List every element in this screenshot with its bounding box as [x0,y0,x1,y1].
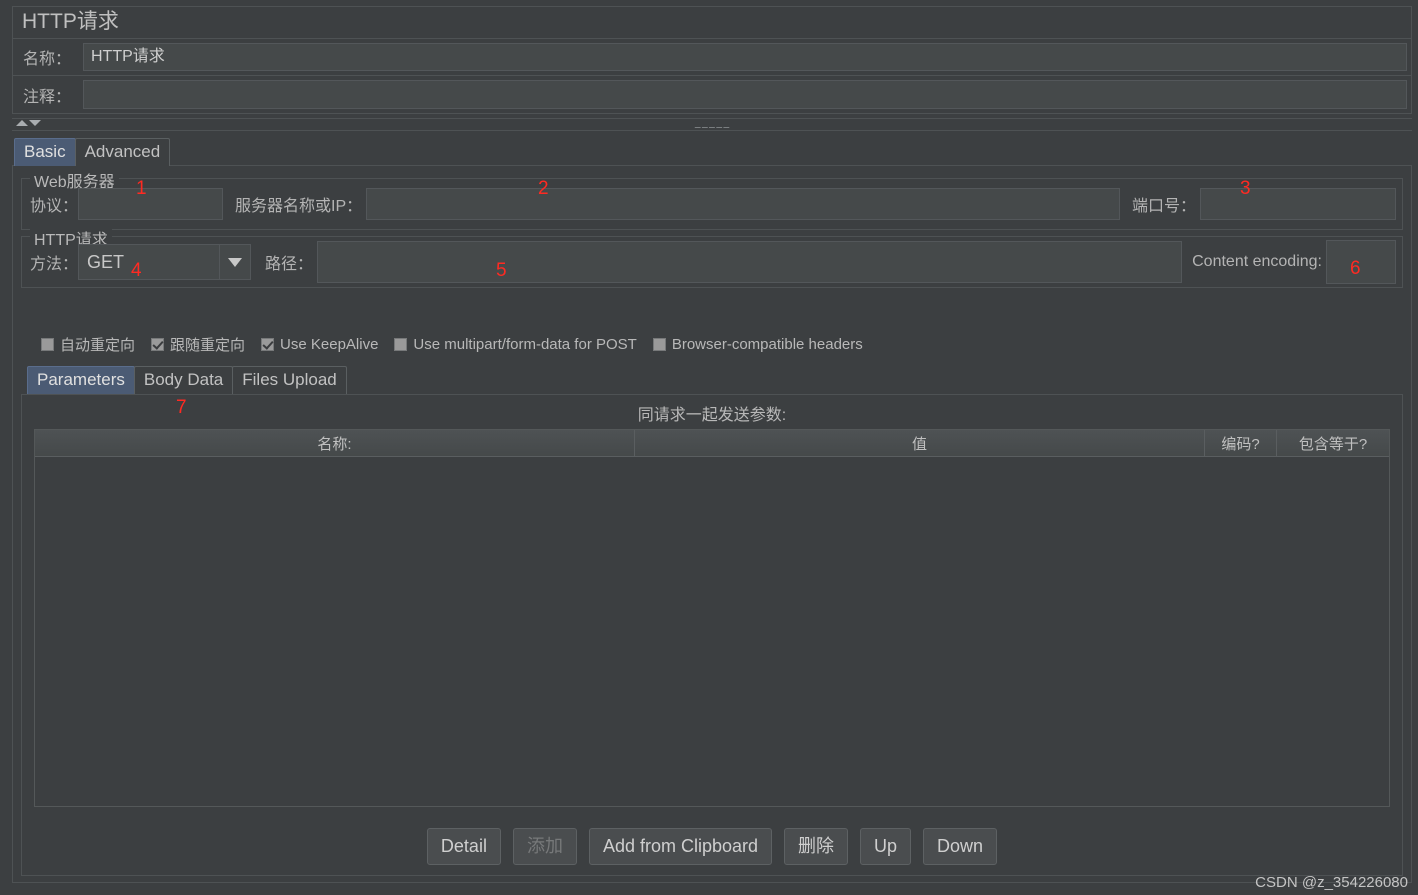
method-label: 方法： [30,256,79,273]
checkbox-icon[interactable] [652,338,666,351]
checkbox-label: 跟随重定向 [170,337,246,354]
http-request-panel: HTTP请求 名称： HTTP请求 注释： ⚊⚊⚊⚊⚊ Basic Advanc… [0,0,1418,895]
add-from-clipboard-button[interactable]: Add from Clipboard [588,828,773,865]
column-header-encode[interactable]: 编码? [1205,430,1277,456]
comment-row: 注释： [12,76,1412,114]
protocol-label: 协议： [30,198,79,215]
checkbox-icon[interactable] [41,338,54,351]
name-label: 名称： [23,51,72,68]
splitter-grip-icon[interactable]: ⚊⚊⚊⚊⚊ [694,122,730,130]
table-header-row: 名称: 值 编码? 包含等于? [35,430,1389,457]
web-server-row: 协议： 服务器名称或IP： 端口号： [30,187,1396,221]
checkbox-use-keepalive[interactable]: Use KeepAlive [261,336,378,353]
parameters-caption: 同请求一起发送参数: [637,407,787,424]
web-server-group: Web服务器 协议： 服务器名称或IP： 端口号： [21,168,1403,230]
name-row: 名称： HTTP请求 [12,38,1412,76]
tab-basic[interactable]: Basic [14,138,76,166]
delete-button[interactable]: 删除 [784,828,849,865]
port-label: 端口号： [1131,198,1196,215]
page-title: HTTP请求 [12,6,1412,38]
method-value: GET [87,252,125,272]
parameters-table: 名称: 值 编码? 包含等于? [34,429,1390,807]
column-header-name[interactable]: 名称: [35,430,635,456]
table-body[interactable] [35,457,1389,806]
name-input[interactable]: HTTP请求 [83,43,1407,71]
request-options-row: 自动重定向 跟随重定向 Use KeepAlive Use multipart/… [41,334,863,355]
checkbox-browser-compatible-headers[interactable]: Browser-compatible headers [652,336,863,353]
checkbox-checked-icon[interactable] [261,338,275,351]
checkbox-label: Use KeepAlive [280,336,379,353]
checkbox-icon[interactable] [394,338,408,351]
content-encoding-label: Content encoding: [1192,253,1322,270]
checkbox-follow-redirect[interactable]: 跟随重定向 [151,334,245,355]
tab-advanced[interactable]: Advanced [74,138,171,166]
checkbox-label: Use multipart/form-data for POST [413,336,637,353]
down-button[interactable]: Down [923,828,998,865]
splitter-divider[interactable]: ⚊⚊⚊⚊⚊ [12,118,1412,131]
main-tabstrip: Basic Advanced [14,138,171,166]
checkbox-auto-redirect[interactable]: 自动重定向 [41,334,135,355]
splitter-arrows[interactable] [16,120,41,126]
checkbox-use-multipart[interactable]: Use multipart/form-data for POST [394,336,637,353]
tab-parameters[interactable]: Parameters [27,366,135,394]
parameters-tabstrip: Parameters Body Data Files Upload [27,366,347,394]
server-name-input[interactable] [366,188,1120,220]
method-combobox[interactable]: GET [78,244,252,280]
checkbox-label: Browser-compatible headers [671,336,863,353]
path-input[interactable] [317,241,1183,283]
watermark: CSDN @z_354226080 [1255,874,1408,891]
server-name-label: 服务器名称或IP： [235,198,363,215]
add-button: 添加 [512,828,577,865]
tab-files-upload[interactable]: Files Upload [232,366,347,394]
http-request-row: 方法： GET 路径： Content encoding: [30,240,1396,284]
column-header-value[interactable]: 值 [635,430,1205,456]
checkbox-checked-icon[interactable] [151,338,165,351]
checkbox-label: 自动重定向 [60,337,136,354]
parameters-button-row: Detail 添加 Add from Clipboard 删除 Up Down [22,828,1402,865]
port-input[interactable] [1200,188,1396,220]
chevron-down-icon[interactable] [219,245,251,279]
comment-label: 注释： [23,88,72,106]
http-request-group: HTTP请求 方法： GET 路径： Content encoding: [21,226,1403,288]
parameters-panel: 同请求一起发送参数: 名称: 值 编码? 包含等于? Detail 添加 Add… [21,394,1403,876]
content-encoding-input[interactable] [1326,240,1396,284]
column-header-include-equals[interactable]: 包含等于? [1277,430,1389,456]
tab-body-data[interactable]: Body Data [133,366,234,394]
basic-tab-panel: Web服务器 协议： 服务器名称或IP： 端口号： HTTP请求 方法： GET… [12,165,1412,883]
up-button[interactable]: Up [860,828,912,865]
collapse-up-icon[interactable] [16,120,28,126]
detail-button[interactable]: Detail [426,828,501,865]
comment-input[interactable] [83,80,1407,109]
protocol-input[interactable] [78,188,224,220]
collapse-down-icon[interactable] [29,120,41,126]
path-label: 路径： [265,256,314,273]
